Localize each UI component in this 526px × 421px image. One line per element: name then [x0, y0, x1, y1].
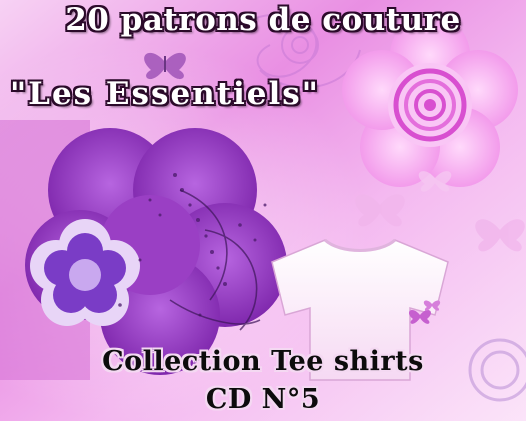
cd-cover: 20 patrons de couture "Les Essentiels" C… — [0, 0, 526, 421]
cd-number: CD N°5 — [205, 384, 321, 415]
cover-title: 20 patrons de couture — [65, 2, 461, 38]
collection-label: Collection Tee shirts — [102, 346, 424, 377]
cover-subtitle: "Les Essentiels" — [10, 76, 320, 112]
